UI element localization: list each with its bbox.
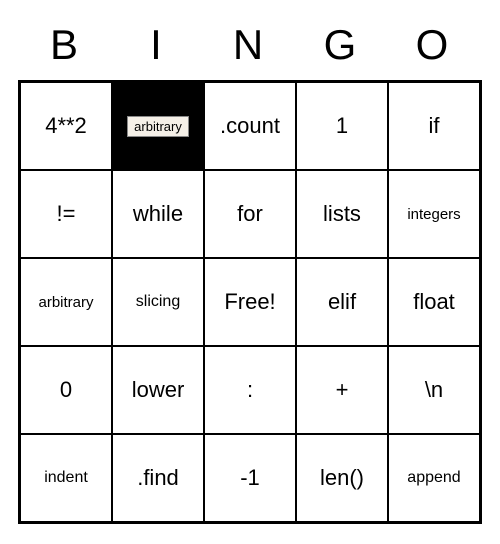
bingo-card: B I N G O 4**2arbitrary.count1if!=whilef… bbox=[18, 10, 482, 524]
header-i: I bbox=[110, 10, 202, 80]
header-n: N bbox=[202, 10, 294, 80]
bingo-cell[interactable]: \n bbox=[388, 346, 480, 434]
bingo-cell[interactable]: arbitrary bbox=[20, 258, 112, 346]
bingo-cell[interactable]: while bbox=[112, 170, 204, 258]
bingo-cell[interactable]: elif bbox=[296, 258, 388, 346]
bingo-row: arbitraryslicingFree!eliffloat bbox=[20, 258, 480, 346]
header-b: B bbox=[18, 10, 110, 80]
bingo-cell[interactable]: : bbox=[204, 346, 296, 434]
bingo-cell[interactable]: if bbox=[388, 82, 480, 170]
bingo-cell[interactable]: lists bbox=[296, 170, 388, 258]
bingo-row: 4**2 arbitrary .count1if bbox=[20, 82, 480, 170]
bingo-cell[interactable]: arbitrary bbox=[112, 82, 204, 170]
bingo-cell[interactable]: indent bbox=[20, 434, 112, 522]
bingo-cell-label: arbitrary bbox=[127, 116, 189, 137]
bingo-row: indent.find-1len()append bbox=[20, 434, 480, 522]
bingo-cell[interactable]: 1 bbox=[296, 82, 388, 170]
bingo-cell[interactable]: for bbox=[204, 170, 296, 258]
bingo-header-row: B I N G O bbox=[18, 10, 482, 80]
bingo-cell[interactable]: lower bbox=[112, 346, 204, 434]
bingo-cell[interactable]: + bbox=[296, 346, 388, 434]
bingo-cell[interactable]: 0 bbox=[20, 346, 112, 434]
bingo-cell[interactable]: -1 bbox=[204, 434, 296, 522]
bingo-cell[interactable]: .find bbox=[112, 434, 204, 522]
header-g: G bbox=[294, 10, 386, 80]
bingo-cell[interactable]: slicing bbox=[112, 258, 204, 346]
bingo-row: !=whileforlistsintegers bbox=[20, 170, 480, 258]
bingo-cell[interactable]: 4**2 bbox=[20, 82, 112, 170]
bingo-cell[interactable]: append bbox=[388, 434, 480, 522]
bingo-cell[interactable]: integers bbox=[388, 170, 480, 258]
bingo-cell[interactable]: float bbox=[388, 258, 480, 346]
header-o: O bbox=[386, 10, 478, 80]
bingo-grid: 4**2arbitrary.count1if!=whileforlistsint… bbox=[18, 80, 482, 524]
bingo-cell[interactable]: len() bbox=[296, 434, 388, 522]
bingo-cell[interactable]: .count bbox=[204, 82, 296, 170]
bingo-row: 0lower:+\n bbox=[20, 346, 480, 434]
bingo-cell[interactable]: != bbox=[20, 170, 112, 258]
bingo-cell[interactable]: Free! bbox=[204, 258, 296, 346]
